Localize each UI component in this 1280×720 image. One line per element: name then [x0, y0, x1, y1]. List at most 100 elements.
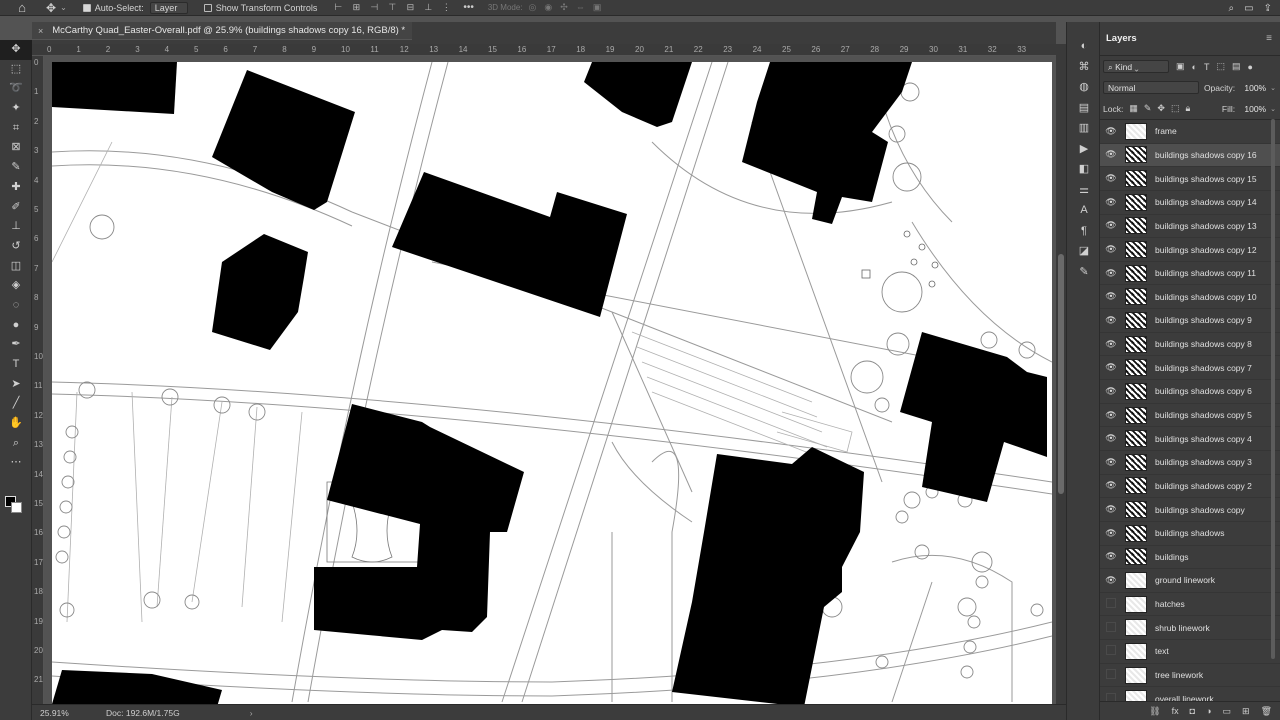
eye-icon[interactable]: 👁︎ [1100, 575, 1122, 586]
auto-select-target-dropdown[interactable]: Layer [149, 1, 188, 14]
home-icon[interactable]: ⌂ [12, 0, 32, 15]
3d-panel-icon[interactable]: ◍ [1067, 77, 1101, 98]
healing-brush-icon[interactable]: ✚ [0, 178, 32, 198]
layer-row[interactable]: tree linework [1100, 664, 1280, 688]
filter-shape-icon[interactable]: ⬚ [1216, 61, 1225, 72]
lock-image-icon[interactable]: ✎ [1144, 103, 1152, 114]
character-panel-icon[interactable]: A [1067, 200, 1101, 221]
canvas-area[interactable] [44, 56, 1056, 704]
lock-transparent-icon[interactable]: ▦ [1129, 103, 1138, 114]
opacity-value[interactable]: 100% [1238, 83, 1266, 93]
eye-icon[interactable]: 👁︎ [1100, 362, 1122, 373]
layer-row[interactable]: 👁︎ buildings shadows copy 3 [1100, 451, 1280, 475]
frame-tool-icon[interactable]: ⊠ [0, 138, 32, 158]
brush-tool-icon[interactable]: ✐ [0, 198, 32, 218]
add-mask-icon[interactable]: ◘ [1190, 706, 1195, 716]
align-hcenter-icon[interactable]: ⊞ [349, 2, 363, 13]
filter-type-icon[interactable]: T [1204, 62, 1210, 72]
new-group-icon[interactable]: ▭ [1223, 706, 1232, 717]
chevron-down-icon[interactable]: ⌄ [60, 3, 67, 12]
eyedropper-icon[interactable]: ✎ [0, 158, 32, 178]
align-right-icon[interactable]: ⊣ [367, 2, 381, 13]
blur-tool-icon[interactable]: ◌ [0, 296, 32, 316]
move-tool-icon[interactable]: ✥ [0, 40, 32, 60]
properties-panel-icon[interactable]: ⚌ [1067, 180, 1101, 201]
layer-row[interactable]: 👁︎ buildings shadows copy 5 [1100, 404, 1280, 428]
layer-row[interactable]: 👁︎ buildings [1100, 546, 1280, 570]
align-vcenter-icon[interactable]: ⊟ [403, 2, 417, 13]
close-tab-icon[interactable]: × [38, 26, 43, 36]
document-canvas[interactable] [52, 62, 1052, 704]
layer-row[interactable]: 👁︎ frame [1100, 120, 1280, 144]
eye-icon[interactable]: 👁︎ [1100, 197, 1122, 208]
delete-layer-icon[interactable]: 🗑︎ [1261, 706, 1272, 717]
fill-value[interactable]: 100% [1238, 104, 1266, 114]
eye-icon[interactable]: 👁︎ [1100, 480, 1122, 491]
layer-row[interactable]: overall linework [1100, 687, 1280, 701]
eye-icon[interactable]: 👁︎ [1100, 173, 1122, 184]
visibility-toggle[interactable] [1100, 598, 1122, 610]
blend-mode-dropdown[interactable]: Normal [1103, 81, 1199, 94]
crop-tool-icon[interactable]: ⌗ [0, 119, 32, 139]
history-brush-icon[interactable]: ↺ [0, 237, 32, 257]
layer-row[interactable]: shrub linework [1100, 616, 1280, 641]
new-adjustment-icon[interactable]: ◑ [1206, 706, 1211, 716]
adjustments-panel-icon[interactable]: ▤ [1067, 98, 1101, 119]
eye-icon[interactable]: 👁︎ [1100, 268, 1122, 279]
brush-settings-icon[interactable]: ✎ [1067, 262, 1101, 283]
libraries-panel-icon[interactable]: ◪ [1067, 241, 1101, 262]
layer-row[interactable]: 👁︎ buildings shadows copy 10 [1100, 285, 1280, 310]
auto-select-checkbox[interactable] [82, 3, 91, 12]
marquee-tool-icon[interactable]: ⬚ [0, 60, 32, 80]
layer-row[interactable]: 👁︎ buildings shadows copy 4 [1100, 427, 1280, 451]
layer-row[interactable]: 👁︎ ground linework [1100, 569, 1280, 593]
lock-artboard-icon[interactable]: ⬚ [1171, 103, 1180, 114]
new-layer-icon[interactable]: ⊞ [1242, 706, 1250, 717]
eye-icon[interactable]: 👁︎ [1100, 244, 1122, 255]
layers-scrollbar-thumb[interactable] [1271, 119, 1275, 659]
canvas-vertical-scrollbar[interactable] [1056, 44, 1066, 704]
clone-stamp-icon[interactable]: ⊥ [0, 217, 32, 237]
workspace-icon[interactable]: ▭ [1244, 3, 1253, 14]
layer-row[interactable]: 👁︎ buildings shadows copy 7 [1100, 356, 1280, 381]
layer-row[interactable]: 👁︎ buildings shadows copy 13 [1100, 215, 1280, 239]
eye-icon[interactable]: 👁︎ [1100, 149, 1122, 160]
eye-icon[interactable]: 👁︎ [1100, 528, 1122, 539]
visibility-toggle[interactable] [1100, 645, 1122, 657]
layer-row[interactable]: 👁︎ buildings shadows copy 15 [1100, 167, 1280, 191]
eye-icon[interactable]: 👁︎ [1100, 126, 1122, 137]
eye-icon[interactable]: 👁︎ [1100, 551, 1122, 562]
scale-3d-icon[interactable]: ▣ [593, 2, 602, 13]
filter-toggle-icon[interactable]: ● [1247, 62, 1252, 72]
slide-3d-icon[interactable]: ⇔ [576, 2, 585, 13]
eye-icon[interactable]: 👁︎ [1100, 339, 1122, 350]
layer-row[interactable]: 👁︎ buildings shadows copy 16 [1100, 143, 1280, 168]
layer-row[interactable]: 👁︎ buildings shadows copy 12 [1100, 238, 1280, 262]
status-menu-arrow-icon[interactable]: › [250, 708, 253, 718]
history-panel-icon[interactable]: ▥ [1067, 118, 1101, 139]
pen-tool-icon[interactable]: ✒ [0, 335, 32, 355]
eye-icon[interactable]: 👁︎ [1100, 504, 1122, 515]
visibility-toggle[interactable] [1100, 622, 1122, 634]
layer-row[interactable]: 👁︎ buildings shadows copy 11 [1100, 262, 1280, 286]
eye-icon[interactable]: 👁︎ [1100, 315, 1122, 326]
eye-icon[interactable]: 👁︎ [1100, 291, 1122, 302]
more-tools-icon[interactable]: ⋯ [0, 453, 32, 473]
opacity-chevron-icon[interactable]: ⌄ [1270, 84, 1276, 92]
layer-row[interactable]: 👁︎ buildings shadows copy 6 [1100, 380, 1280, 404]
pan-3d-icon[interactable]: ✣ [560, 2, 568, 13]
link-layers-icon[interactable]: ⛓ [1149, 706, 1160, 717]
layer-row[interactable]: hatches [1100, 593, 1280, 617]
visibility-toggle[interactable] [1100, 693, 1122, 701]
layer-row[interactable]: 👁︎ buildings shadows copy 14 [1100, 191, 1280, 215]
layers-scrollbar[interactable] [1271, 119, 1277, 679]
layer-row[interactable]: 👁︎ buildings shadows copy 2 [1100, 475, 1280, 499]
eye-icon[interactable]: 👁︎ [1100, 220, 1122, 231]
visibility-toggle[interactable] [1100, 669, 1122, 681]
eye-icon[interactable]: 👁︎ [1100, 433, 1122, 444]
type-tool-icon[interactable]: T [0, 355, 32, 375]
paths-panel-icon[interactable]: ⌘ [1067, 57, 1101, 78]
scrollbar-thumb[interactable] [1058, 254, 1064, 494]
layer-row[interactable]: text [1100, 640, 1280, 664]
roll-3d-icon[interactable]: ◉ [544, 2, 552, 13]
